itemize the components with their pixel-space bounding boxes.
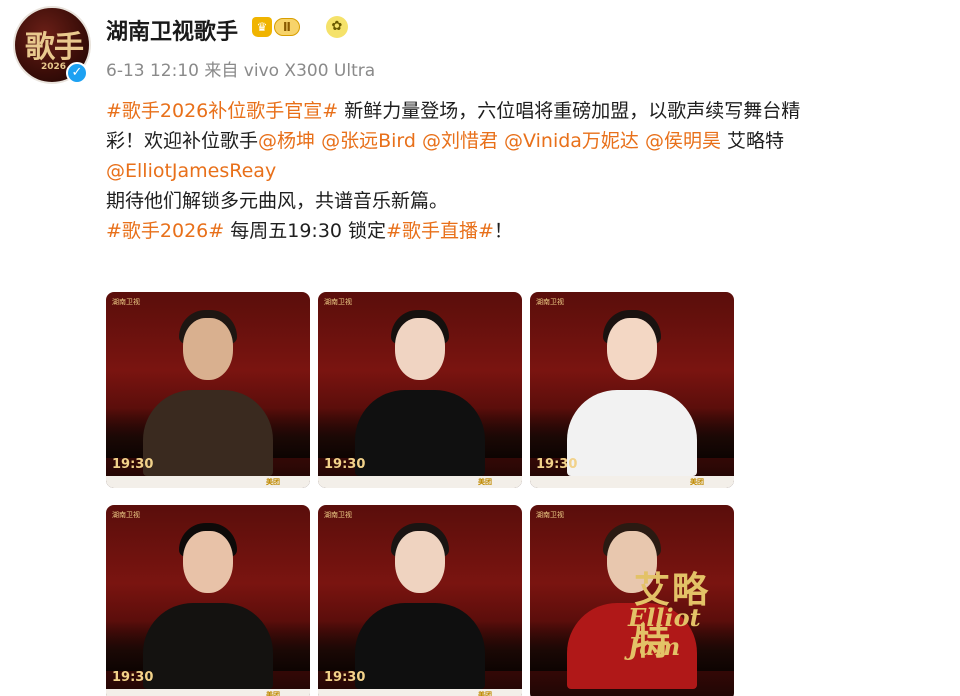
channel-logo: 湖南卫视 — [112, 511, 140, 519]
singer-figure — [567, 390, 697, 476]
sponsor-label: 美团 — [690, 478, 704, 486]
name-artwork-latin: Elliot Jam — [628, 603, 701, 661]
broadcast-time: 19:30 — [112, 457, 154, 472]
verified-icon: ✓ — [66, 62, 88, 84]
mention[interactable]: @张远Bird — [321, 130, 416, 152]
post-text: #歌手2026补位歌手官宣# 新鲜力量登场，六位唱将重磅加盟，以歌声续写舞台精 … — [106, 96, 946, 246]
singer-figure — [355, 603, 485, 689]
sponsor-label: 美团 — [478, 478, 492, 486]
hashtag[interactable]: #歌手直播# — [386, 220, 494, 242]
sponsor-label: 美团 — [266, 478, 280, 486]
post-image-6[interactable]: 湖南卫视 艾略特 Elliot Jam — [530, 505, 734, 696]
post-text-segment: ！ — [493, 220, 513, 242]
avatar-logo: 歌手 — [25, 30, 84, 65]
channel-logo: 湖南卫视 — [324, 298, 352, 306]
post-text-segment: 每周五19:30 锁定 — [224, 220, 387, 242]
singer-face — [607, 318, 657, 380]
post-line-4: 期待他们解锁多元曲风，共谱音乐新篇。 — [106, 186, 946, 216]
post-line-2: 彩！欢迎补位歌手@杨坤 @张远Bird @刘惜君 @Vinida万妮达 @侯明昊… — [106, 126, 946, 156]
post-line-3: @ElliotJamesReay — [106, 156, 946, 186]
sponsor-label: 美团 — [266, 691, 280, 696]
level-badge[interactable]: ♛ Ⅱ — [252, 16, 308, 38]
singer-figure — [355, 390, 485, 476]
sponsor-strip: 美团 — [530, 476, 734, 488]
post-text-segment: 期待他们解锁多元曲风，共谱音乐新篇。 — [106, 190, 449, 212]
post-text-segment: 艾略特 — [721, 130, 785, 152]
channel-logo: 湖南卫视 — [536, 298, 564, 306]
post-text-segment: 彩！欢迎补位歌手 — [106, 130, 259, 152]
fan-badge-icon[interactable]: ✿ — [326, 16, 348, 38]
sponsor-strip: 美团 — [318, 689, 522, 696]
post-line-5: #歌手2026# 每周五19:30 锁定#歌手直播#！ — [106, 216, 946, 246]
singer-face — [183, 531, 233, 593]
sponsor-strip: 美团 — [318, 476, 522, 488]
sponsor-strip: 美团 — [106, 476, 310, 488]
singer-face — [183, 318, 233, 380]
account-name[interactable]: 湖南卫视歌手 — [106, 14, 238, 46]
sponsor-strip: 美团 — [106, 689, 310, 696]
hashtag[interactable]: #歌手2026补位歌手官宣# — [106, 100, 338, 122]
post-meta: 6-13 12:10 来自 vivo X300 Ultra — [106, 61, 376, 81]
avatar-year: 2026 — [41, 62, 67, 72]
channel-logo: 湖南卫视 — [324, 511, 352, 519]
post-image-1[interactable]: 湖南卫视 19:30 美团 — [106, 292, 310, 488]
broadcast-time: 19:30 — [324, 457, 366, 472]
singer-face — [395, 318, 445, 380]
broadcast-time: 19:30 — [112, 670, 154, 685]
mention[interactable]: @Vinida万妮达 — [504, 130, 639, 152]
mention[interactable]: @刘惜君 — [422, 130, 498, 152]
singer-figure — [143, 603, 273, 689]
mention[interactable]: @ElliotJamesReay — [106, 160, 276, 182]
broadcast-time: 19:30 — [536, 457, 578, 472]
sponsor-label: 美团 — [478, 691, 492, 696]
channel-logo: 湖南卫视 — [112, 298, 140, 306]
singer-figure — [143, 390, 273, 476]
level-label: Ⅱ — [274, 18, 300, 36]
crown-icon: ♛ — [252, 17, 272, 37]
post-image-4[interactable]: 湖南卫视 19:30 美团 — [106, 505, 310, 696]
channel-logo: 湖南卫视 — [536, 511, 564, 519]
post-image-3[interactable]: 湖南卫视 19:30 美团 — [530, 292, 734, 488]
post-image-5[interactable]: 湖南卫视 19:30 美团 — [318, 505, 522, 696]
singer-face — [395, 531, 445, 593]
mention[interactable]: @侯明昊 — [645, 130, 721, 152]
post-line-1: #歌手2026补位歌手官宣# 新鲜力量登场，六位唱将重磅加盟，以歌声续写舞台精 — [106, 96, 946, 126]
post-text-segment: 新鲜力量登场，六位唱将重磅加盟，以歌声续写舞台精 — [338, 100, 801, 122]
post-image-2[interactable]: 湖南卫视 19:30 美团 — [318, 292, 522, 488]
hashtag[interactable]: #歌手2026# — [106, 220, 224, 242]
broadcast-time: 19:30 — [324, 670, 366, 685]
mention[interactable]: @杨坤 — [258, 130, 315, 152]
